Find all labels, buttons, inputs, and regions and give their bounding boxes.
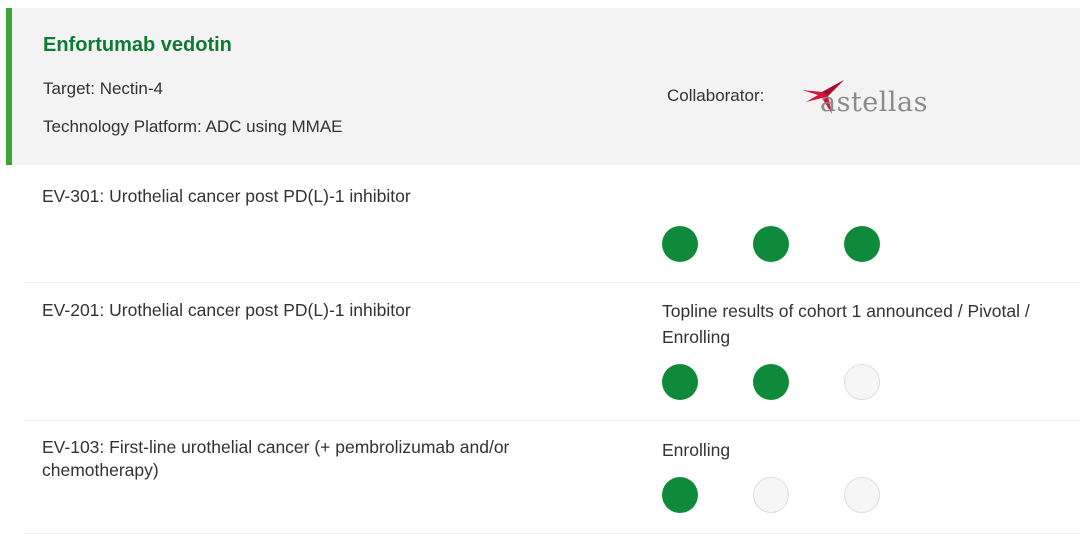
astellas-logo-text: astellas bbox=[820, 87, 929, 118]
trial-status: Enrolling bbox=[662, 440, 731, 460]
collaborator-label: Collaborator: bbox=[667, 86, 765, 105]
target-label: Target: Nectin-4 bbox=[43, 79, 163, 98]
drug-name: Enfortumab vedotin bbox=[43, 34, 232, 56]
program-header: Enfortumab vedotin Target: Nectin-4 Tech… bbox=[6, 8, 1080, 165]
trial-row: EV-103: First-line urothelial cancer (+ … bbox=[24, 420, 1080, 534]
astellas-logo: astellas bbox=[792, 76, 952, 131]
phase-dot-pending bbox=[844, 364, 880, 400]
phase-dot-complete bbox=[662, 226, 698, 262]
trial-name: EV-103: First-line urothelial cancer (+ … bbox=[42, 437, 510, 480]
phase-dot-complete bbox=[753, 226, 789, 262]
trial-name: EV-201: Urothelial cancer post PD(L)-1 i… bbox=[42, 300, 411, 320]
phase-dot-complete bbox=[662, 364, 698, 400]
phase-dot-complete bbox=[753, 364, 789, 400]
trial-row: EV-201: Urothelial cancer post PD(L)-1 i… bbox=[24, 282, 1080, 421]
phase-dot-complete bbox=[844, 226, 880, 262]
phase-dot-pending bbox=[753, 477, 789, 513]
phase-dot-pending bbox=[844, 477, 880, 513]
phase-dot-complete bbox=[662, 477, 698, 513]
trial-name: EV-301: Urothelial cancer post PD(L)-1 i… bbox=[42, 186, 411, 206]
trial-row: EV-301: Urothelial cancer post PD(L)-1 i… bbox=[24, 166, 1080, 283]
trial-status: Topline results of cohort 1 announced / … bbox=[662, 301, 1030, 347]
technology-platform-label: Technology Platform: ADC using MMAE bbox=[43, 117, 343, 136]
